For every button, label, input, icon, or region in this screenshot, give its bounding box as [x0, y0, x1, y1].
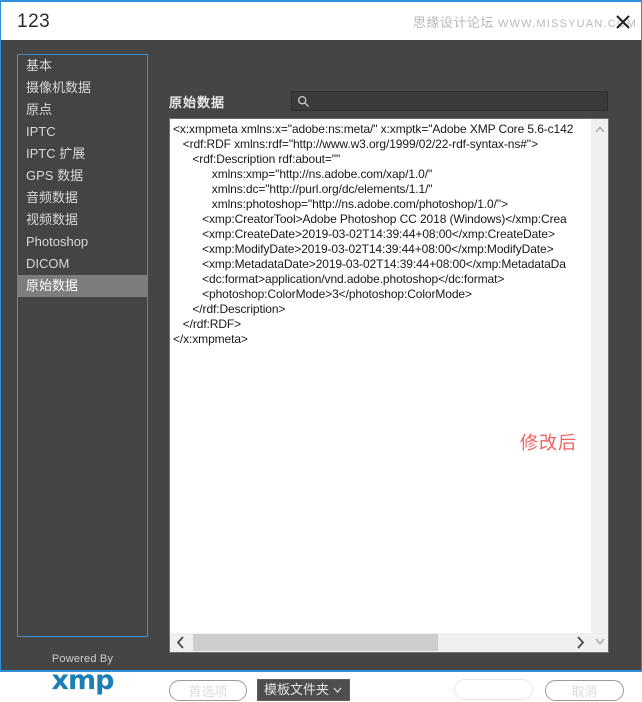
close-icon[interactable] — [611, 10, 635, 34]
page-title: 原始数据 — [169, 95, 226, 110]
sidebar-item[interactable]: 原点 — [18, 99, 147, 121]
search-icon — [297, 95, 310, 108]
chevron-down-icon — [332, 681, 343, 701]
window-title: 123 — [17, 11, 51, 32]
search-box[interactable] — [291, 91, 608, 112]
search-input[interactable] — [314, 92, 608, 112]
xmp-logo: Powered By xmp — [17, 653, 148, 699]
sidebar-item[interactable]: DICOM — [18, 253, 147, 275]
sidebar-item[interactable]: 摄像机数据 — [18, 77, 147, 99]
ok-button[interactable]: 确定 — [454, 679, 533, 700]
watermark: 思缘设计论坛 WWW.MISSYUAN.COM — [413, 12, 637, 31]
watermark-cn-text: 思缘设计论坛 — [412, 15, 494, 30]
chevron-up-icon[interactable] — [591, 121, 608, 139]
horizontal-scrollbar-thumb[interactable] — [193, 634, 438, 651]
metadata-dialog: 基本 摄像机数据 原点 IPTC IPTC 扩展 GPS 数据 音频数据 视频数据 Photos… — [0, 40, 642, 701]
chevron-right-icon[interactable] — [569, 633, 591, 652]
raw-xmp-text: <x:xmpmeta xmlns:x="adobe:ns:meta/" x:xm… — [173, 122, 574, 346]
sidebar-item[interactable]: 基本 — [18, 55, 147, 77]
raw-data-text-panel[interactable]: <x:xmpmeta xmlns:x="adobe:ns:meta/" x:xm… — [169, 118, 609, 653]
title-bar: 123 思缘设计论坛 WWW.MISSYUAN.COM — [0, 0, 642, 40]
sidebar-item[interactable]: 原始数据 — [18, 275, 147, 297]
template-folder-label: 模板文件夹 — [264, 682, 330, 697]
cancel-button[interactable]: 取消 — [545, 680, 624, 701]
sidebar-item[interactable]: IPTC — [18, 121, 147, 143]
sidebar-item[interactable]: GPS 数据 — [18, 165, 147, 187]
xmp-wordmark: xmp — [51, 665, 115, 696]
sidebar-item[interactable]: 视频数据 — [18, 209, 147, 231]
sidebar-item[interactable]: 音频数据 — [18, 187, 147, 209]
sidebar-item[interactable]: Photoshop — [18, 231, 147, 253]
preferences-button[interactable]: 首选项 — [169, 680, 247, 701]
annotation-label: 修改后 — [520, 433, 577, 453]
chevron-left-icon[interactable] — [170, 633, 192, 652]
category-list[interactable]: 基本 摄像机数据 原点 IPTC IPTC 扩展 GPS 数据 音频数据 视频数据 Photos… — [17, 54, 148, 637]
template-folder-dropdown[interactable]: 模板文件夹 — [257, 679, 350, 701]
horizontal-scrollbar[interactable] — [170, 632, 591, 652]
sidebar-item[interactable]: IPTC 扩展 — [18, 143, 147, 165]
chevron-down-icon[interactable] — [591, 632, 608, 650]
vertical-scrollbar[interactable] — [590, 119, 608, 652]
